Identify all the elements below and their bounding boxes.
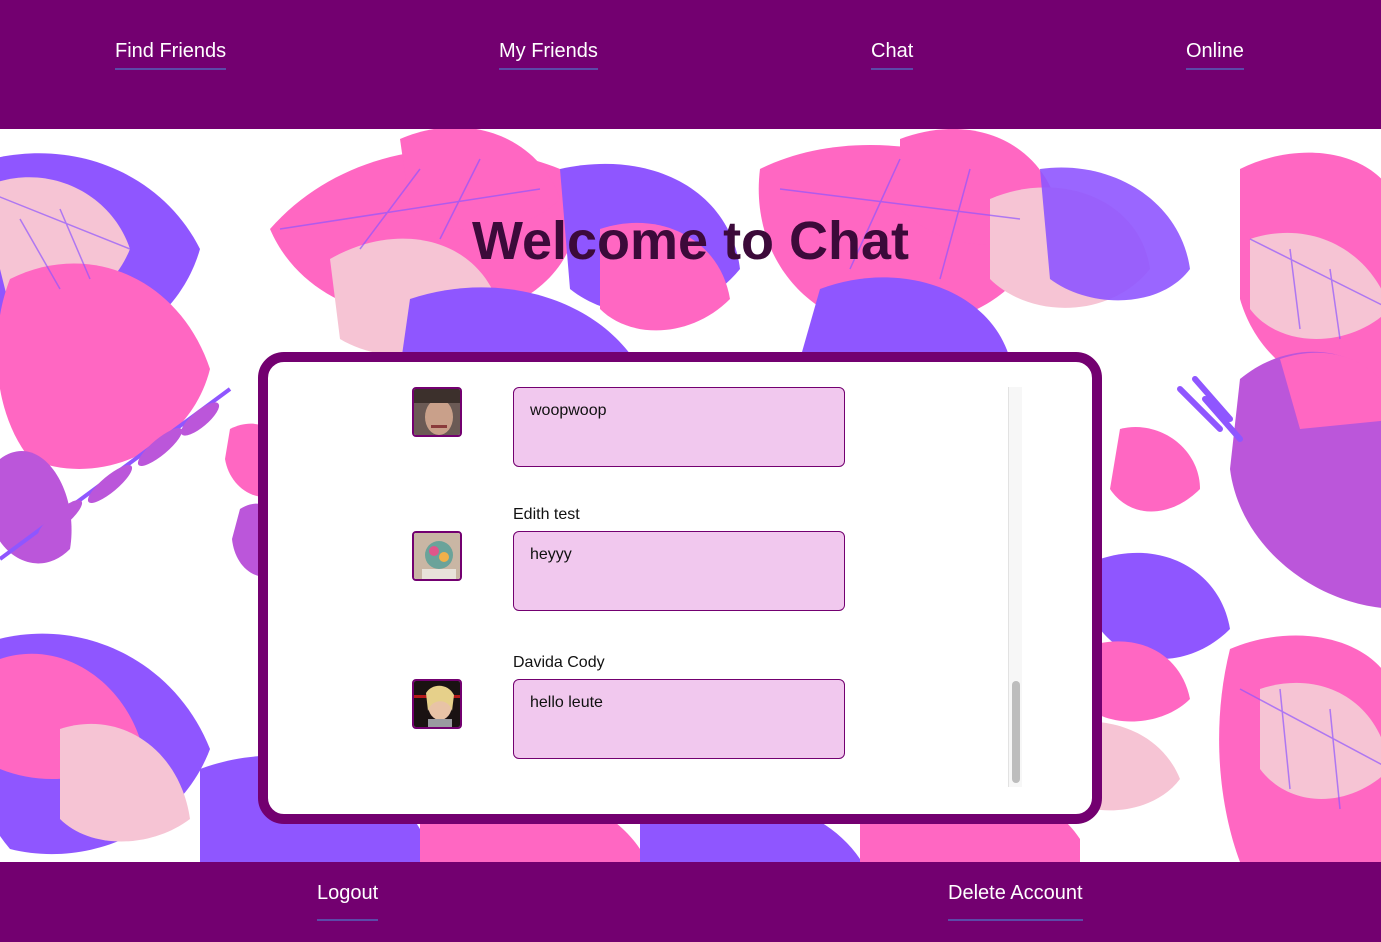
- chat-message: woopwoop: [268, 387, 1012, 467]
- nav-my-friends[interactable]: My Friends: [499, 40, 598, 70]
- scrollbar-thumb[interactable]: [1012, 681, 1020, 783]
- message-bubble: hello leute: [513, 679, 845, 759]
- avatar[interactable]: [412, 679, 462, 729]
- user-avatar-photo: [414, 681, 460, 727]
- page-title: Welcome to Chat: [471, 211, 910, 271]
- message-bubble: heyyy: [513, 531, 845, 611]
- chat-scroll-area[interactable]: woopwoop Edith test heyyy Davida Cody he…: [268, 387, 1012, 787]
- footer-bar: Logout Delete Account: [0, 862, 1381, 942]
- nav-online[interactable]: Online: [1186, 40, 1244, 70]
- message-author: Davida Cody: [513, 654, 605, 671]
- user-avatar-photo: [414, 389, 460, 435]
- chat-messages-panel: woopwoop Edith test heyyy Davida Cody he…: [258, 352, 1102, 824]
- top-navigation: Find Friends My Friends Chat Online: [0, 0, 1381, 129]
- nav-find-friends[interactable]: Find Friends: [115, 40, 227, 70]
- delete-account-link[interactable]: Delete Account: [948, 882, 1083, 921]
- avatar[interactable]: [412, 531, 462, 581]
- chat-scrollbar[interactable]: [1008, 387, 1022, 787]
- chat-message: Edith test heyyy: [268, 467, 1012, 615]
- message-author: Edith test: [513, 506, 580, 523]
- chat-message: Davida Cody hello leute: [268, 615, 1012, 763]
- avatar[interactable]: [412, 387, 462, 437]
- logout-link[interactable]: Logout: [317, 882, 379, 921]
- user-avatar-photo: [414, 533, 460, 579]
- message-bubble: woopwoop: [513, 387, 845, 467]
- nav-chat[interactable]: Chat: [871, 40, 914, 70]
